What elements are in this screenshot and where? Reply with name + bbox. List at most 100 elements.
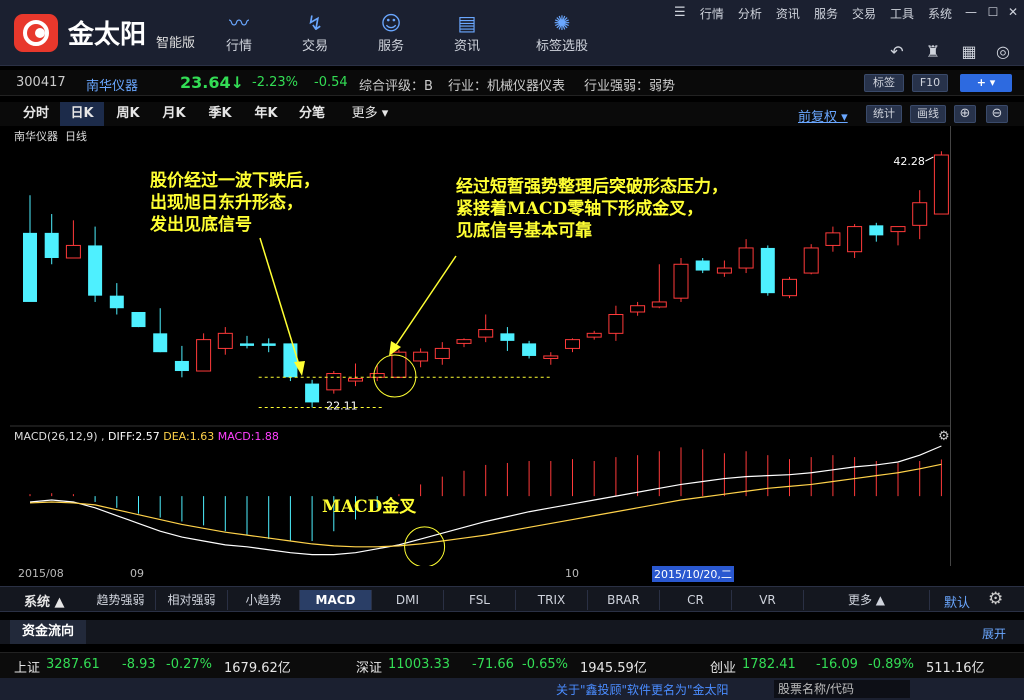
stock-search-input[interactable]: 股票名称/代码 (774, 680, 910, 698)
nav-tag-picker[interactable]: ✺ 标签选股 (520, 10, 604, 62)
nav-quotes[interactable]: 〰行情 (204, 10, 274, 62)
menu-news[interactable]: 资讯 (776, 7, 800, 21)
tab-ticks[interactable]: 分笔 (290, 102, 334, 126)
tab-intraday[interactable]: 分时 (14, 102, 58, 126)
default-button[interactable]: 默认 (944, 592, 970, 611)
candle-body-up (738, 247, 754, 269)
index-sh-name[interactable]: 上证 (14, 657, 40, 676)
tab-cr[interactable]: CR (660, 590, 732, 610)
candle-body-down (23, 232, 37, 302)
grid-icon[interactable]: ▦ (956, 42, 982, 62)
candle-body-up (391, 351, 407, 378)
tab-dmi[interactable]: DMI (372, 590, 444, 610)
fuquan-select[interactable]: 前复权 ▾ (798, 106, 848, 125)
candle-body-down (131, 311, 146, 328)
indicator-settings-icon[interactable]: ⚙ (988, 589, 1003, 609)
draw-line-button[interactable]: 画线 (910, 105, 946, 123)
minimize-icon[interactable]: — (962, 3, 980, 21)
system-select[interactable]: 系统 ▲ (24, 591, 65, 610)
candle-body-up (348, 378, 363, 382)
index-sz-pct: -0.65% (522, 657, 568, 672)
close-icon[interactable]: ✕ (1004, 3, 1022, 21)
candle-body-up (803, 247, 819, 274)
tab-more[interactable]: 更多 ▾ (340, 102, 400, 126)
index-cy-name[interactable]: 创业 (710, 657, 736, 676)
tab-yearly-k[interactable]: 年K (244, 102, 288, 126)
diff-line (29, 445, 942, 556)
candle-body-up (65, 244, 81, 259)
stock-change-pct: -2.23% (252, 75, 298, 90)
index-cy-pct: -0.89% (868, 657, 914, 672)
candle-body-down (522, 343, 537, 356)
stock-info-bar: 300417 南华仪器 23.64↓ -2.23% -0.54 综合评级：B 行… (0, 70, 1024, 96)
candle-body-up (456, 339, 472, 344)
menu-list-icon[interactable]: ☰ (674, 5, 686, 20)
expand-button[interactable]: 展开 (982, 625, 1006, 642)
candle-body-down (88, 245, 103, 296)
tab-brar[interactable]: BRAR (588, 590, 660, 610)
candle-body-down (240, 343, 254, 346)
candle-body-up (673, 263, 689, 299)
tab-more-indicators[interactable]: 更多 ▲ (804, 590, 930, 610)
tab-quarterly-k[interactable]: 季K (198, 102, 242, 126)
swirl-icon[interactable]: ◎ (990, 42, 1016, 62)
nav-service[interactable]: ☺ 服务 (356, 10, 426, 62)
zoom-out-icon[interactable]: ⊖ (986, 105, 1008, 123)
candle-body-up (890, 226, 906, 233)
annotation-breakout: 经过短暂强势整理后突破形态压力， 紧接着MACD零轴下形成金叉， 见底信号基本可靠 (456, 177, 728, 241)
trophy-icon[interactable]: ♜ (920, 42, 946, 62)
index-sh-value: 3287.61 (46, 657, 100, 672)
menu-quotes[interactable]: 行情 (700, 7, 724, 21)
notice-link[interactable]: 关于"鑫投顾"软件更名为"金太阳 (556, 681, 774, 698)
candle-body-down (153, 333, 168, 353)
tab-relative-strength[interactable]: 相对强弱 (156, 590, 228, 610)
nav-news[interactable]: ▤ 资讯 (432, 10, 502, 62)
date-label-2: 09 (130, 567, 144, 580)
index-sz-name[interactable]: 深证 (356, 657, 382, 676)
candle-body-down (760, 247, 775, 294)
menu-analysis[interactable]: 分析 (738, 7, 762, 21)
candle-body-up (651, 301, 667, 308)
menu-system[interactable]: 系统 (928, 7, 952, 21)
back-icon[interactable]: ↶ (884, 42, 910, 62)
candle-body-up (586, 332, 602, 338)
tab-weekly-k[interactable]: 周K (106, 102, 150, 126)
tab-small-trend[interactable]: 小趋势 (228, 590, 300, 610)
bulb-icon: ✺ (553, 11, 571, 35)
index-sh-pct: -0.27% (166, 657, 212, 672)
tab-fsl[interactable]: FSL (444, 590, 516, 610)
stats-button[interactable]: 统计 (866, 105, 902, 123)
maximize-icon[interactable]: ☐ (984, 3, 1002, 21)
candle-body-up (847, 226, 863, 253)
spacer (0, 644, 1024, 652)
kline-chart[interactable]: 南华仪器 日线 42.2839.2636.2533.2330.2227.2124… (10, 126, 950, 566)
menu-trade[interactable]: 交易 (852, 7, 876, 21)
tab-trend-strength[interactable]: 趋势强弱 (86, 590, 156, 610)
indicator-bar: 系统 ▲ 趋势强弱 相对强弱 小趋势 MACD DMI FSL TRIX BRA… (0, 586, 1024, 612)
candle-body-down (695, 260, 710, 271)
tab-trix[interactable]: TRIX (516, 590, 588, 610)
tab-daily-k[interactable]: 日K (60, 102, 104, 126)
tab-macd[interactable]: MACD (300, 590, 372, 610)
stock-code: 300417 (16, 75, 66, 90)
fund-flow-title[interactable]: 资金流向 (10, 620, 86, 644)
tag-button[interactable]: 标签 (864, 74, 904, 92)
macd-header: MACD(26,12,9) , DIFF:2.57 DEA:1.63 MACD:… (14, 430, 279, 443)
zoom-in-icon[interactable]: ⊕ (954, 105, 976, 123)
nav-trade[interactable]: ↯ 交易 (280, 10, 350, 62)
tab-vr[interactable]: VR (732, 590, 804, 610)
settings-gear-icon[interactable]: ⚙ (938, 429, 950, 444)
index-sh-chg: -8.93 (122, 657, 156, 672)
candle-body-up (565, 339, 580, 349)
index-cy-chg: -16.09 (816, 657, 858, 672)
menu-tools[interactable]: 工具 (890, 7, 914, 21)
stock-name[interactable]: 南华仪器 (86, 75, 138, 94)
period-tabs: 分时 日K 周K 月K 季K 年K 分笔 更多 ▾ 前复权 ▾ 统计 画线 ⊕ … (0, 102, 1024, 126)
f10-button[interactable]: F10 (912, 74, 948, 92)
menu-service[interactable]: 服务 (814, 7, 838, 21)
tab-monthly-k[interactable]: 月K (152, 102, 196, 126)
candle-body-down (283, 343, 298, 378)
bottom-bar: 关于"鑫投顾"软件更名为"金太阳 股票名称/代码 (0, 678, 1024, 700)
add-button[interactable]: + ▾ (960, 74, 1012, 92)
stock-change: -0.54 (314, 75, 348, 90)
